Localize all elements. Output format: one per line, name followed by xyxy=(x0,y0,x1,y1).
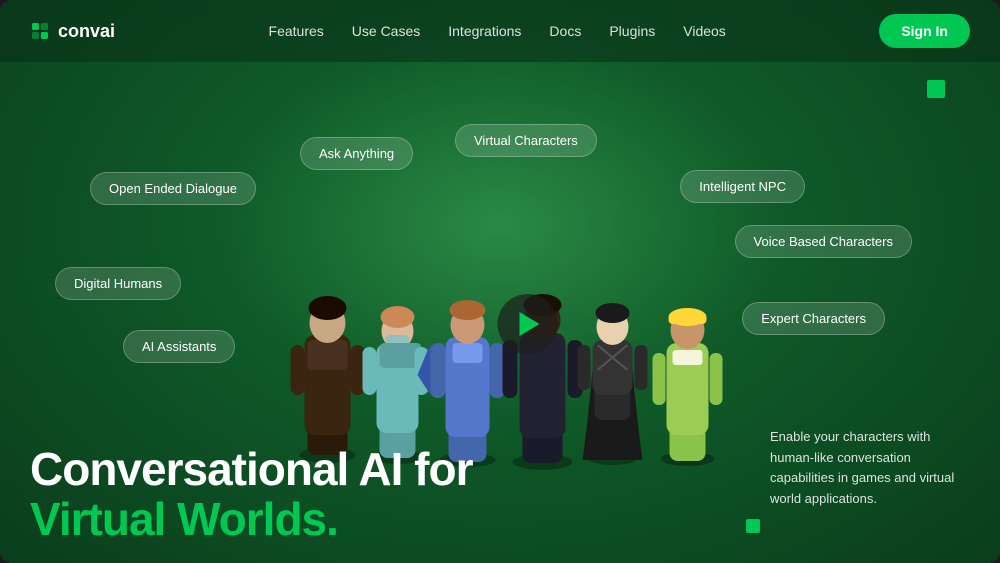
tag-ask-anything[interactable]: Ask Anything xyxy=(300,137,413,170)
nav-features[interactable]: Features xyxy=(269,23,324,39)
nav-integrations[interactable]: Integrations xyxy=(448,23,521,39)
page-wrapper: convai Features Use Cases Integrations D… xyxy=(0,0,1000,563)
tag-expert-characters[interactable]: Expert Characters xyxy=(742,302,885,335)
tag-digital-humans[interactable]: Digital Humans xyxy=(55,267,181,300)
hero-title-line2: Virtual Worlds. xyxy=(30,494,472,545)
tag-virtual-characters[interactable]: Virtual Characters xyxy=(455,124,597,157)
brand-name: convai xyxy=(58,21,115,42)
tag-intelligent-npc[interactable]: Intelligent NPC xyxy=(680,170,805,203)
hero-section: Ask Anything Virtual Characters Open End… xyxy=(0,62,1000,563)
play-button[interactable] xyxy=(498,294,558,354)
logo[interactable]: convai xyxy=(30,21,115,42)
char-warrior xyxy=(291,296,365,463)
char-gothic xyxy=(578,303,648,465)
characters-group xyxy=(253,175,803,485)
tag-ai-assistants[interactable]: AI Assistants xyxy=(123,330,235,363)
tag-voice-based-characters[interactable]: Voice Based Characters xyxy=(735,225,912,258)
logo-icon xyxy=(30,21,50,41)
sign-in-button[interactable]: Sign In xyxy=(879,14,970,48)
nav-use-cases[interactable]: Use Cases xyxy=(352,23,420,39)
navbar: convai Features Use Cases Integrations D… xyxy=(0,0,1000,62)
char-worker xyxy=(653,308,723,466)
tag-open-ended-dialogue[interactable]: Open Ended Dialogue xyxy=(90,172,256,205)
nav-plugins[interactable]: Plugins xyxy=(609,23,655,39)
nav-links: Features Use Cases Integrations Docs Plu… xyxy=(269,23,726,39)
hero-text: Conversational AI for Virtual Worlds. xyxy=(30,444,472,545)
nav-videos[interactable]: Videos xyxy=(683,23,726,39)
char-surgeon xyxy=(363,306,429,464)
hero-description: Enable your characters with human-like c… xyxy=(770,427,970,510)
nav-docs[interactable]: Docs xyxy=(549,23,581,39)
hero-title-line1: Conversational AI for xyxy=(30,444,472,495)
